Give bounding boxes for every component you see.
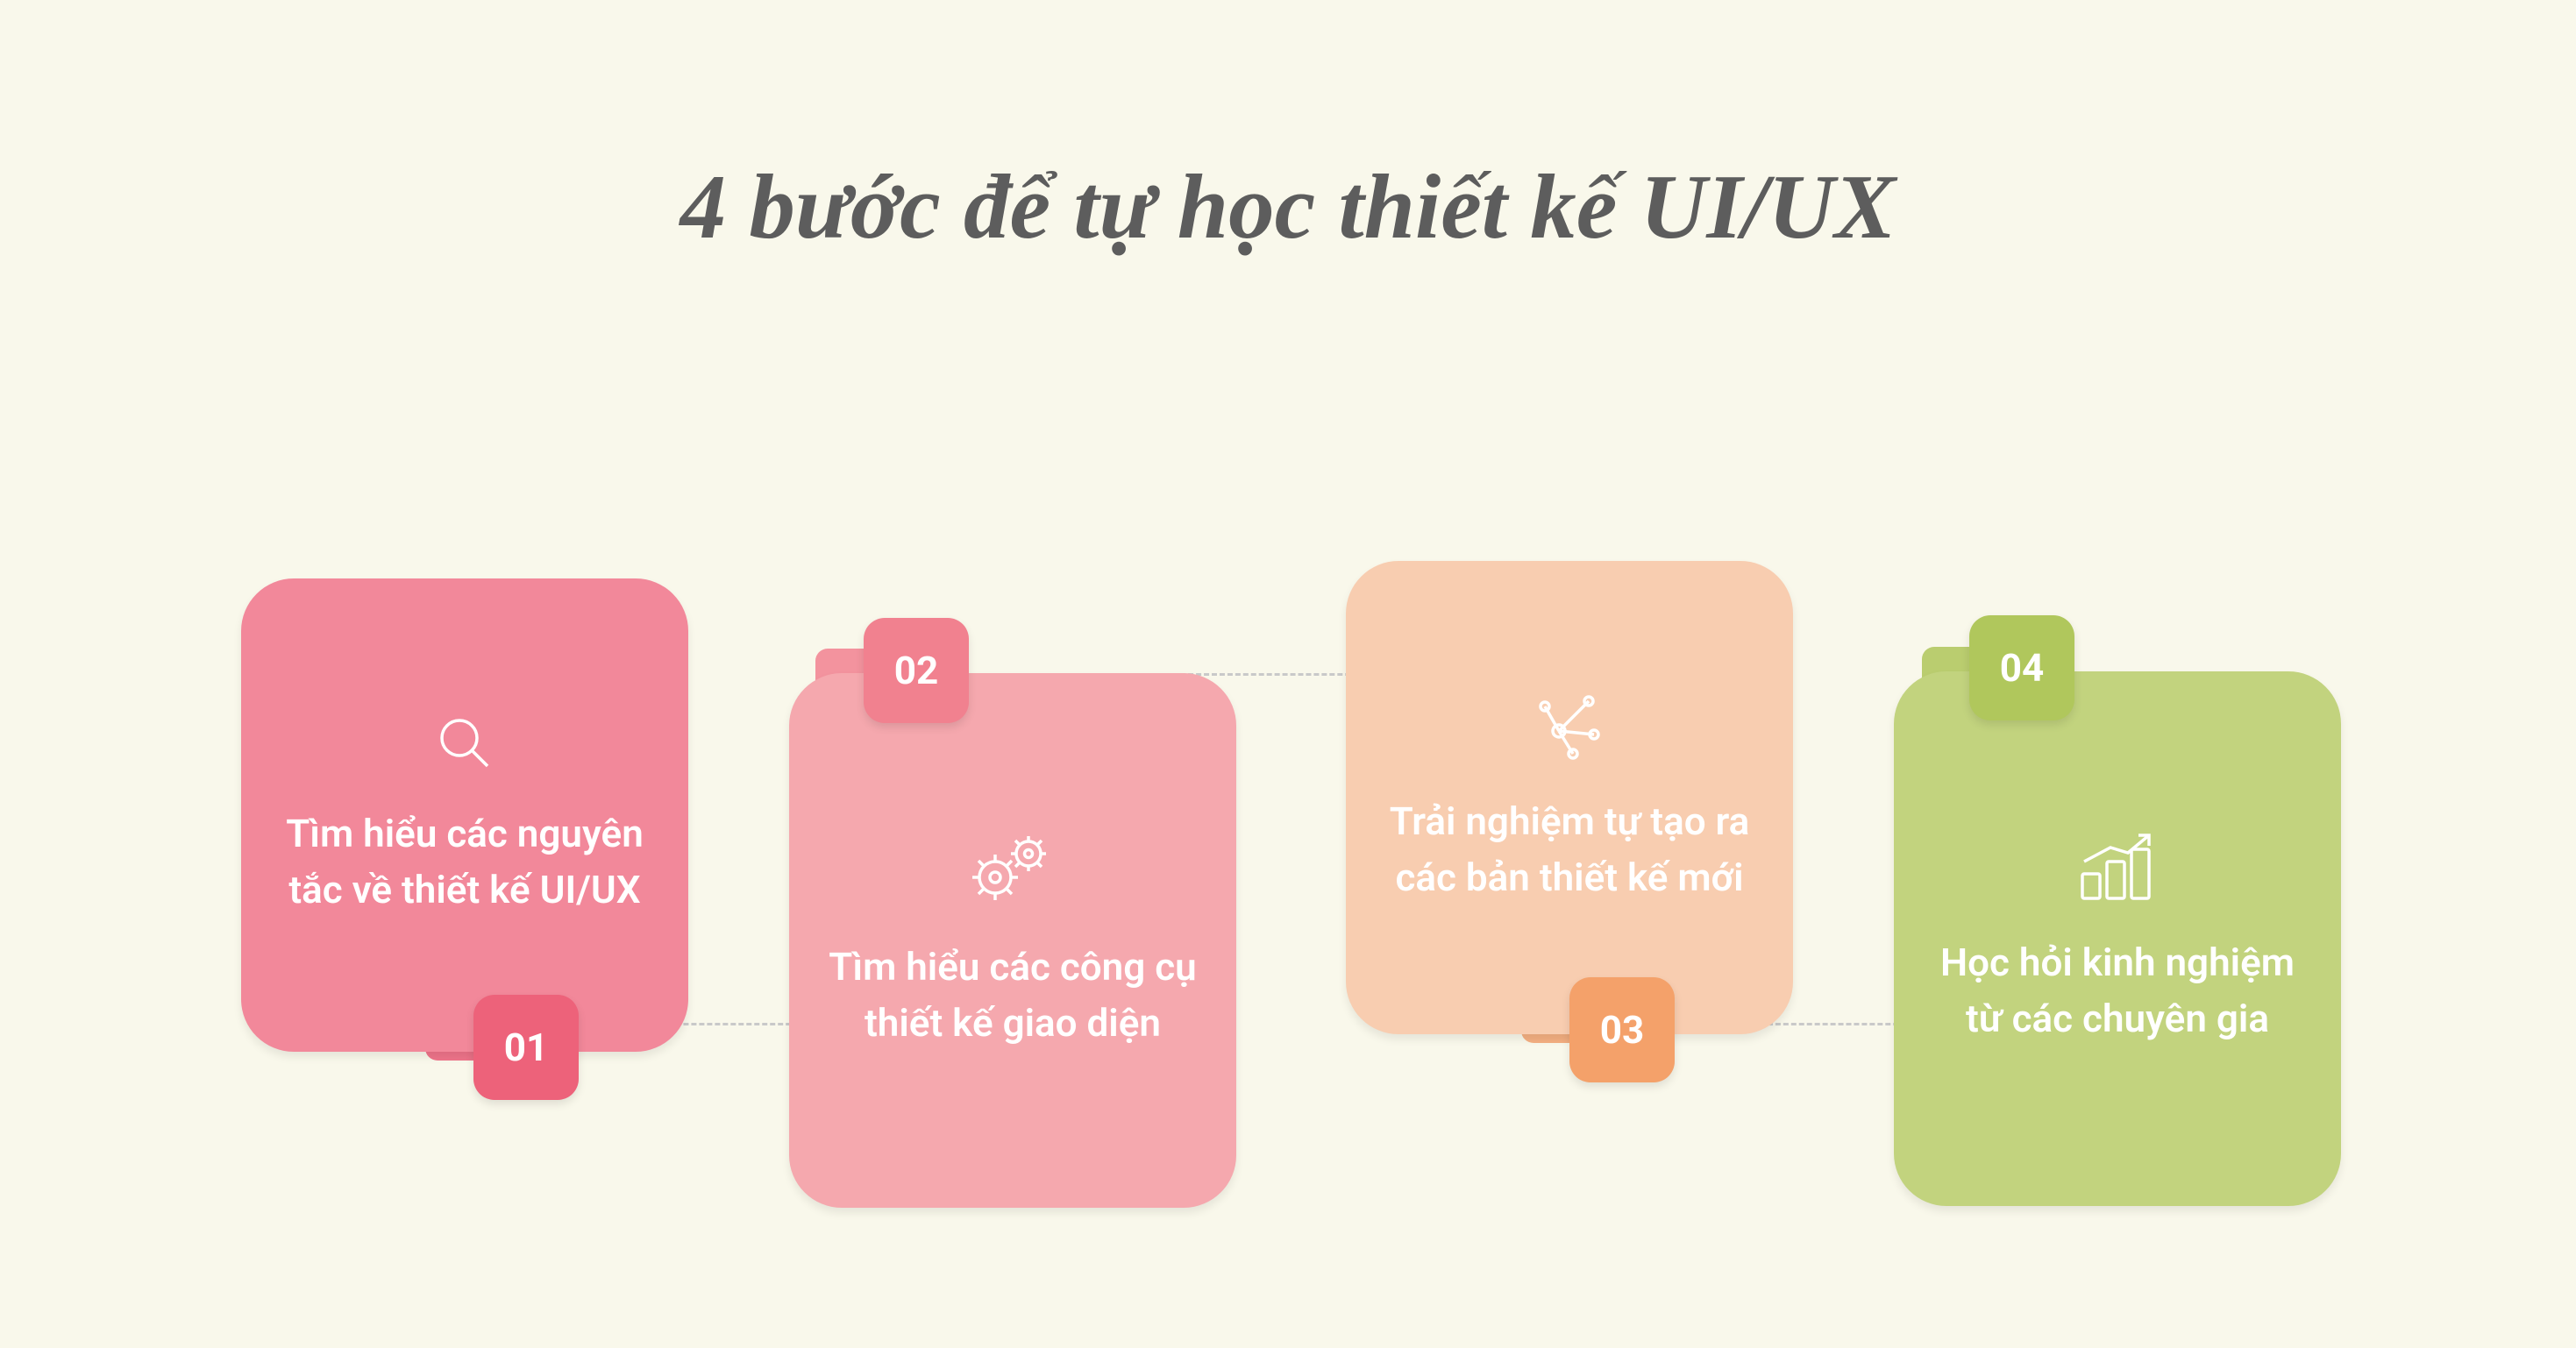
step-card-3: Trải nghiệm tự tạo ra các bản thiết kế m…: [1346, 561, 1793, 1034]
step-text-2: Tìm hiểu các công cụ thiết kế giao diện: [824, 940, 1201, 1052]
step-card-4: Học hỏi kinh nghiệm từ các chuyên gia: [1894, 671, 2341, 1206]
step-card-2: Tìm hiểu các công cụ thiết kế giao diện: [789, 673, 1236, 1208]
step-number-4: 04: [1969, 615, 2074, 720]
step-text-3: Trải nghiệm tự tạo ra các bản thiết kế m…: [1381, 794, 1758, 906]
step-number-3: 03: [1569, 977, 1675, 1082]
step-text-4: Học hỏi kinh nghiệm từ các chuyên gia: [1929, 935, 2306, 1047]
step-card-1: Tìm hiểu các nguyên tắc về thiết kế UI/U…: [241, 578, 688, 1052]
step-text-1: Tìm hiểu các nguyên tắc về thiết kế UI/U…: [276, 806, 653, 919]
page-title: 4 bước để tự học thiết kế UI/UX: [0, 153, 2576, 259]
chart-growth-icon: [2075, 830, 2160, 904]
search-icon: [433, 712, 496, 775]
gears-icon: [969, 829, 1057, 908]
step-number-1: 01: [473, 995, 579, 1100]
step-number-2: 02: [864, 618, 969, 723]
network-icon: [1533, 689, 1606, 763]
